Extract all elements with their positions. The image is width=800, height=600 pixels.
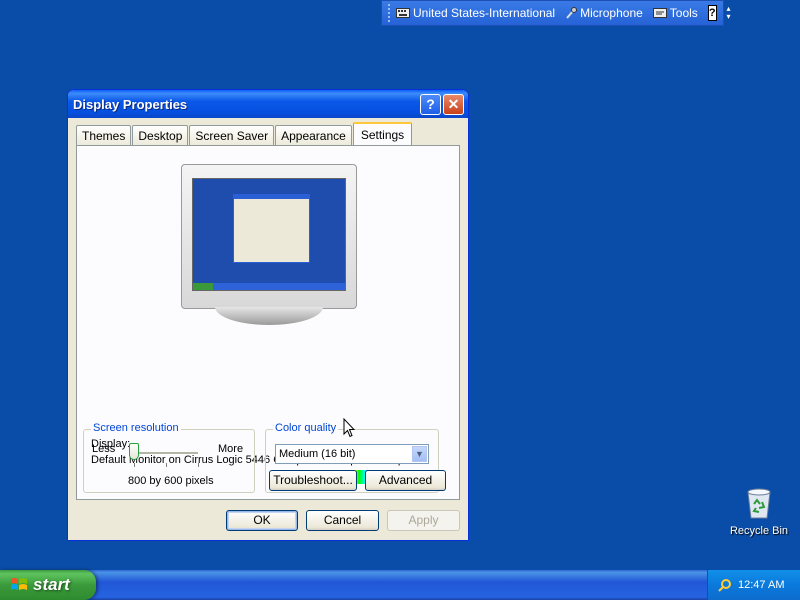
close-button[interactable]: ✕	[443, 93, 464, 115]
tools-button[interactable]: Tools	[652, 6, 698, 20]
taskbar: start 12:47 AM	[0, 570, 800, 600]
start-button[interactable]: start	[0, 570, 96, 600]
color-quality-select[interactable]: Medium (16 bit) ▼	[275, 444, 429, 464]
tools-icon	[652, 8, 667, 18]
window-title: Display Properties	[73, 96, 188, 112]
recycle-bin[interactable]: Recycle Bin	[727, 486, 791, 537]
monitor-case	[181, 164, 357, 309]
preview-window	[233, 194, 310, 263]
apply-button[interactable]: Apply	[387, 510, 460, 531]
preview-start	[193, 283, 213, 290]
title-bar[interactable]: Display Properties ? ✕	[68, 90, 468, 118]
language-label: United States-International	[413, 6, 556, 20]
display-properties-window: Display Properties ? ✕ Themes Desktop Sc…	[67, 89, 469, 541]
chevron-down-icon[interactable]: ▼	[412, 446, 427, 462]
microphone-icon	[566, 7, 578, 19]
monitor-preview	[181, 164, 357, 325]
windows-logo-icon	[11, 578, 27, 590]
tools-label: Tools	[669, 6, 698, 20]
options-arrow-icon: ▾	[726, 12, 731, 21]
close-icon: ✕	[447, 95, 460, 112]
troubleshoot-button[interactable]: Troubleshoot...	[269, 470, 357, 491]
language-bar-grip[interactable]	[388, 4, 390, 22]
resolution-slider-track[interactable]	[134, 452, 198, 455]
tab-appearance[interactable]: Appearance	[275, 125, 352, 146]
recycle-bin-label: Recycle Bin	[729, 525, 789, 537]
clock[interactable]: 12:47 AM	[738, 579, 784, 591]
microphone-button[interactable]: Microphone	[565, 6, 643, 20]
cancel-button[interactable]: Cancel	[306, 510, 379, 531]
ok-button[interactable]: OK	[226, 510, 298, 531]
monitor-screen	[192, 178, 346, 291]
language-button[interactable]: United States-International	[396, 6, 555, 20]
advanced-button[interactable]: Advanced	[365, 470, 446, 491]
tab-desktop[interactable]: Desktop	[132, 125, 189, 146]
tab-themes[interactable]: Themes	[76, 125, 132, 146]
help-button[interactable]: ?	[420, 93, 441, 115]
screen-resolution-group: Screen resolution Less More 800 by 600 p…	[83, 422, 255, 493]
system-tray: 12:47 AM	[707, 570, 800, 600]
language-bar-options[interactable]: ▴ ▾	[727, 5, 731, 21]
mouse-cursor-icon	[343, 418, 355, 438]
more-label: More	[218, 443, 244, 455]
resolution-value: 800 by 600 pixels	[128, 475, 214, 487]
help-icon[interactable]: ?	[707, 5, 717, 21]
resolution-slider-thumb[interactable]	[129, 443, 139, 460]
tab-settings[interactable]: Settings	[352, 122, 413, 147]
monitor-stand	[215, 307, 323, 325]
screen-resolution-title: Screen resolution	[91, 422, 181, 434]
microphone-label: Microphone	[580, 6, 643, 20]
keyboard-icon	[396, 8, 410, 18]
color-quality-title: Color quality	[273, 422, 339, 434]
recycle-bin-icon	[747, 488, 771, 519]
language-bar: United States-International Microphone T…	[381, 0, 731, 26]
tab-screen-saver[interactable]: Screen Saver	[189, 125, 275, 146]
question-icon: ?	[426, 96, 435, 112]
color-quality-value: Medium (16 bit)	[279, 448, 356, 460]
tab-strip: Themes Desktop Screen Saver Appearance S…	[76, 122, 413, 147]
preview-taskbar	[193, 283, 345, 290]
start-label: start	[33, 575, 70, 594]
search-icon[interactable]	[718, 578, 732, 592]
less-label: Less	[92, 443, 116, 455]
